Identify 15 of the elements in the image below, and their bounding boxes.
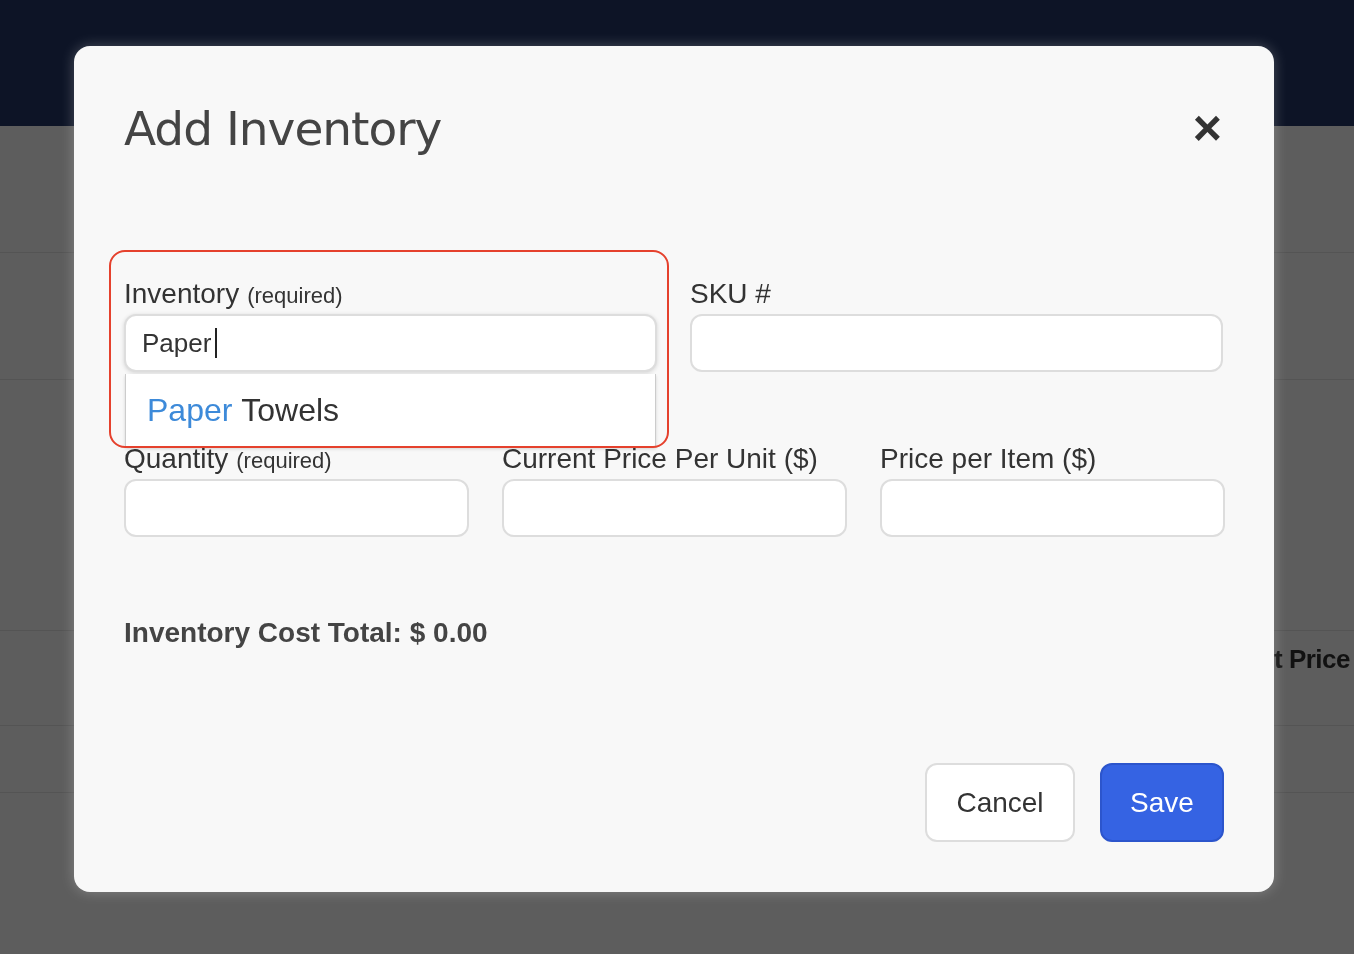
column-label: t Price <box>1274 644 1350 675</box>
input-field[interactable]: Paper <box>124 314 657 372</box>
field-label: SKU # <box>690 277 772 311</box>
cost-total: Inventory Cost Total: $ 0.00 <box>124 617 489 649</box>
dialog-title: Add Inventory <box>124 100 442 156</box>
save-button[interactable]: Save <box>1100 763 1224 842</box>
dropdown-option[interactable]: Paper Towels <box>126 374 655 446</box>
input-field[interactable] <box>502 479 847 537</box>
input-field[interactable] <box>690 314 1223 372</box>
field-label: Price per Item ($) <box>880 442 1098 476</box>
input-field[interactable] <box>880 479 1225 537</box>
field-label: Inventory (required) <box>124 277 344 311</box>
cancel-button[interactable]: Cancel <box>925 763 1075 842</box>
input-field[interactable] <box>124 479 469 537</box>
close-button[interactable]: × <box>1192 103 1222 153</box>
